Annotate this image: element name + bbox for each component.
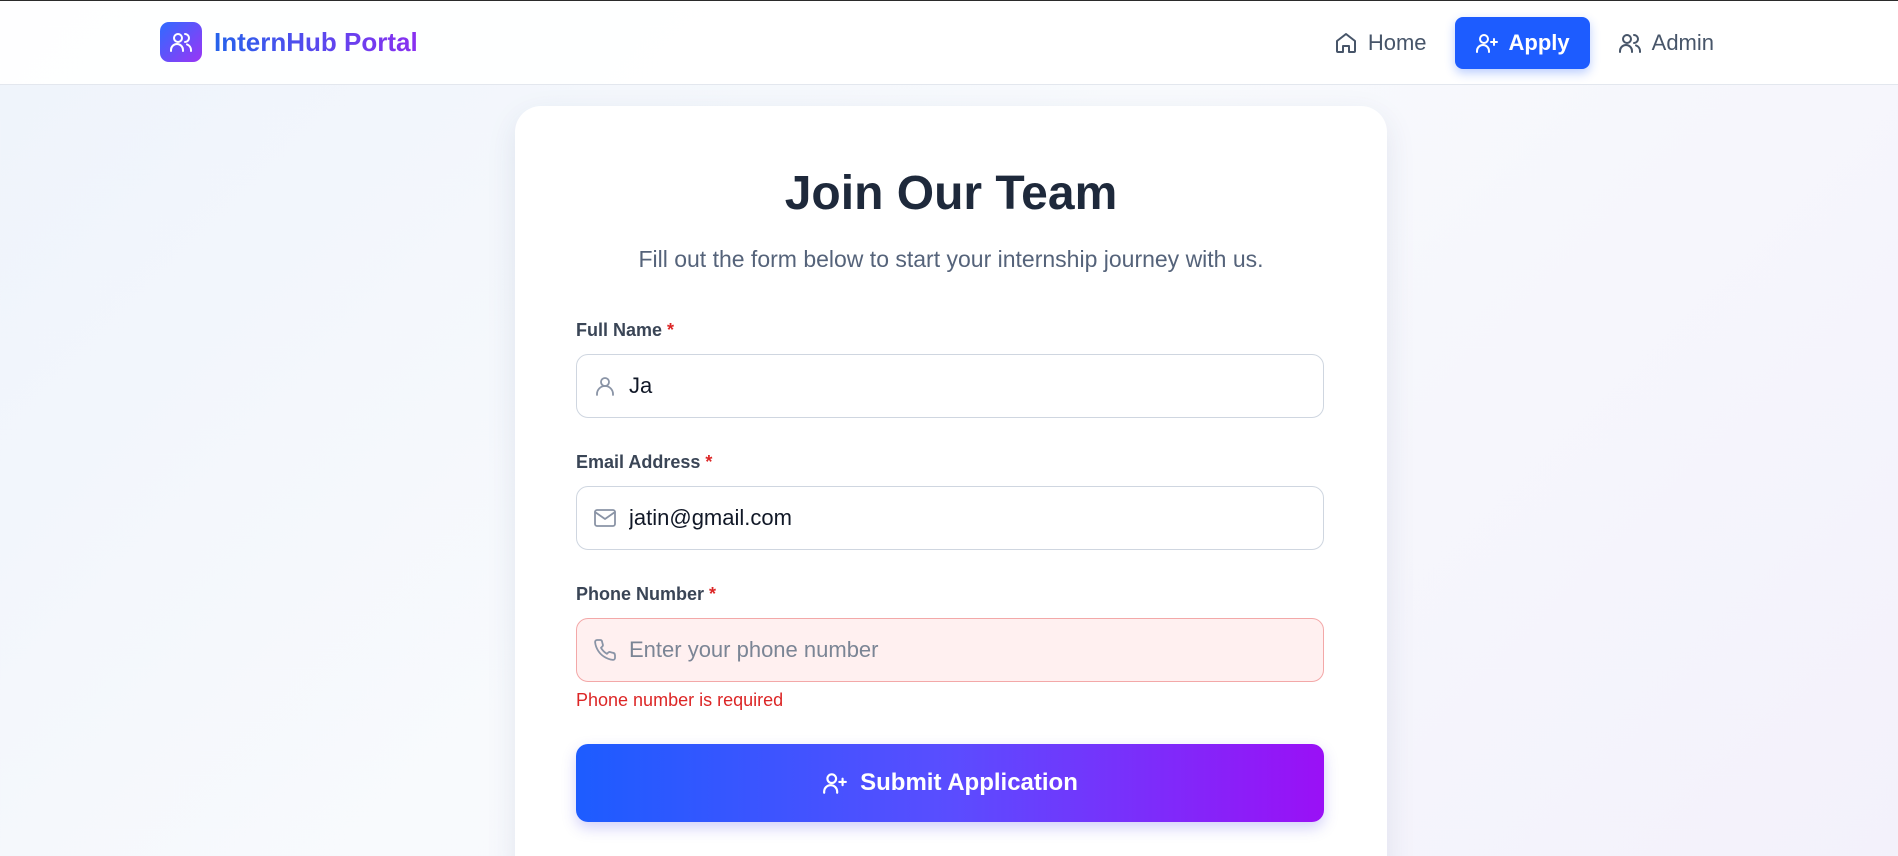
submit-application-button[interactable]: Submit Application xyxy=(576,744,1324,822)
required-mark: * xyxy=(705,452,713,472)
page-title: Join Our Team xyxy=(784,167,1118,220)
email-label: Email Address * xyxy=(576,452,712,473)
brand-logo-link[interactable]: InternHub Portal xyxy=(160,22,418,62)
nav-admin-label: Admin xyxy=(1651,30,1714,55)
users-icon xyxy=(160,22,202,62)
required-mark: * xyxy=(667,320,675,340)
application-form-card: Join Our Team Fill out the form below to… xyxy=(515,106,1387,856)
full-name-input[interactable] xyxy=(629,355,1309,417)
email-input[interactable] xyxy=(629,487,1309,549)
nav-apply-label: Apply xyxy=(1508,30,1570,55)
navbar: InternHub Portal Home Apply Admin xyxy=(0,1,1898,85)
nav-links: Home Apply Admin xyxy=(1320,17,1728,69)
full-name-field xyxy=(576,354,1324,418)
page-subtitle: Fill out the form below to start your in… xyxy=(638,246,1264,272)
nav-home-label: Home xyxy=(1367,30,1427,55)
full-name-label-text: Full Name xyxy=(576,320,663,340)
nav-admin-link[interactable]: Admin xyxy=(1604,17,1728,69)
user-plus-icon xyxy=(1475,34,1498,53)
email-field xyxy=(576,486,1324,550)
home-icon xyxy=(1335,33,1356,53)
mail-icon xyxy=(594,509,616,527)
user-plus-icon xyxy=(823,773,848,794)
phone-icon xyxy=(594,639,616,661)
nav-home-link[interactable]: Home xyxy=(1320,17,1441,69)
brand-name: InternHub Portal xyxy=(214,26,418,57)
users-icon xyxy=(1618,34,1641,53)
phone-error-message: Phone number is required xyxy=(576,690,784,710)
submit-button-label: Submit Application xyxy=(860,769,1078,796)
phone-label: Phone Number * xyxy=(576,584,716,605)
phone-field xyxy=(576,618,1324,682)
nav-apply-link[interactable]: Apply xyxy=(1454,17,1590,69)
email-label-text: Email Address xyxy=(576,452,701,472)
required-mark: * xyxy=(709,584,717,604)
user-icon xyxy=(596,377,614,396)
phone-label-text: Phone Number xyxy=(576,584,705,604)
full-name-label: Full Name * xyxy=(576,320,674,341)
phone-input[interactable] xyxy=(629,619,1309,681)
